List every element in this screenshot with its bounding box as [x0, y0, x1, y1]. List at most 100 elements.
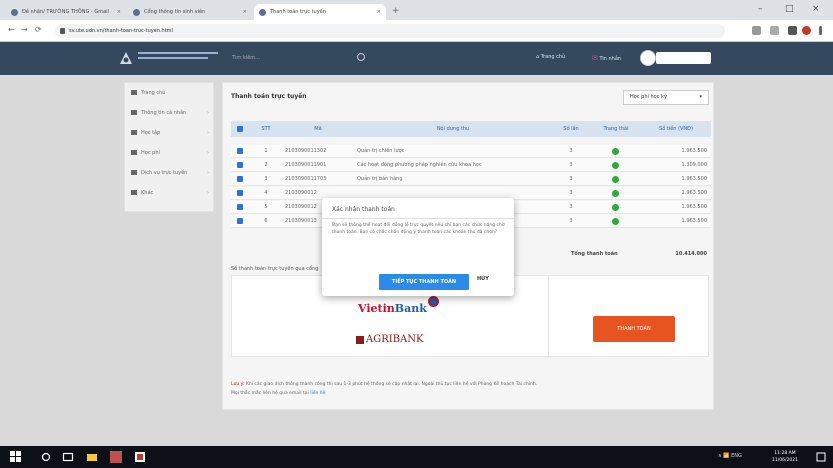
fee-type-select[interactable]: Học phí học kỳ ▾ [623, 90, 709, 105]
close-tab-icon[interactable]: × [377, 4, 381, 20]
back-button[interactable]: ← [8, 25, 15, 34]
row-stt: 3 [264, 176, 268, 182]
status-paid-icon [612, 148, 619, 155]
search-icon[interactable] [357, 53, 365, 61]
sidebar-item-home[interactable]: Trang chủ [131, 87, 165, 99]
messages-link[interactable]: ✉ Tin nhắn [592, 54, 621, 62]
other-icon [131, 190, 137, 195]
notification-icon[interactable] [815, 451, 827, 463]
extension-icon[interactable] [770, 26, 779, 35]
row-stt: 4 [264, 190, 268, 196]
table-header: STT Mã Nội dung thu Số lần Trạng thái Số… [231, 121, 711, 137]
browser-tab-gmail[interactable]: Đề nhận/ TRƯỜNG THÔNG - Gmail × [6, 4, 126, 20]
file-explorer-icon[interactable] [86, 451, 98, 463]
row-count: 3 [569, 190, 573, 196]
windows-start-icon[interactable] [10, 451, 22, 463]
sidebar-item-service[interactable]: Dịch vụ trực tuyến › [131, 167, 209, 179]
row-amount: 1.963.500 [681, 204, 707, 210]
sidebar-item-study[interactable]: Học tập › [131, 127, 209, 139]
sidebar-item-other[interactable]: Khác › [131, 187, 209, 199]
row-checkbox[interactable] [237, 204, 243, 210]
payment-favicon-icon [259, 9, 266, 16]
windows-taskbar: ∧ 📶 ENG 11:28 AM 11/06/2021 [0, 446, 833, 468]
chevron-right-icon: › [207, 110, 209, 116]
select-all-checkbox[interactable] [237, 126, 243, 132]
row-checkbox[interactable] [237, 190, 243, 196]
avatar[interactable] [640, 50, 656, 66]
agribank-emblem-icon [356, 335, 364, 344]
close-window-icon[interactable]: × [812, 4, 820, 14]
reload-button[interactable]: ⟳ [35, 25, 42, 34]
row-checkbox[interactable] [237, 162, 243, 168]
system-tray[interactable]: ∧ 📶 ENG [718, 453, 742, 459]
browser-tab-payment[interactable]: Thanh toán trực tuyến × [254, 4, 386, 20]
status-paid-icon [612, 190, 619, 197]
address-bar[interactable]: sv.ute.udn.vn/thanh-toan-truc-tuyen.html [55, 24, 725, 38]
table-row[interactable]: 3 2103090011703 Quản trị bán hàng 3 1.96… [231, 173, 711, 186]
row-content: Quản trị chiến lược [357, 148, 405, 154]
star-icon[interactable] [752, 26, 761, 35]
footnote-line2: Mọi thắc mắc liên hệ qua email tại [231, 391, 309, 396]
close-tab-icon[interactable]: × [117, 4, 121, 20]
row-count: 3 [569, 176, 573, 182]
agribank-logo[interactable]: AGRIBANK [356, 334, 423, 345]
minimize-icon[interactable]: – [758, 4, 763, 14]
university-logo-icon[interactable] [118, 50, 134, 66]
user-icon [131, 110, 137, 115]
cancel-button[interactable]: HỦY [477, 276, 489, 282]
row-amount: 1.963.500 [681, 176, 707, 182]
table-row[interactable]: 2 2103090011901 Các hoạt động phương phá… [231, 159, 711, 172]
close-tab-icon[interactable]: × [243, 4, 247, 20]
row-checkbox[interactable] [237, 148, 243, 154]
menu-icon[interactable] [819, 26, 822, 35]
search-input[interactable]: Tìm kiếm... [232, 51, 372, 65]
row-code: 2103090011901 [285, 162, 327, 168]
continue-payment-button[interactable]: TIẾP TỤC THANH TOÁN [379, 274, 469, 290]
chevron-right-icon: › [207, 190, 209, 196]
university-name-logo [138, 52, 218, 64]
row-stt: 6 [264, 218, 268, 224]
browser-tab-strip: Đề nhận/ TRƯỜNG THÔNG - Gmail × Cổng thô… [0, 0, 833, 20]
status-paid-icon [612, 162, 619, 169]
extension-icon[interactable] [788, 26, 797, 35]
sidebar-item-fee[interactable]: Học phí › [131, 147, 209, 159]
site-header: Tìm kiếm... ⌂ Trang chủ ✉ Tin nhắn [0, 42, 833, 75]
column-count: Số lần [563, 126, 579, 132]
app-icon[interactable] [134, 451, 146, 463]
row-amount: 1.963.500 [681, 148, 707, 154]
profile-icon[interactable] [802, 26, 811, 35]
status-paid-icon [612, 176, 619, 183]
study-icon [131, 130, 137, 135]
task-view-icon[interactable] [62, 451, 74, 463]
app-icon[interactable] [110, 451, 122, 463]
forward-button[interactable]: → [21, 25, 28, 34]
vietinbank-logo[interactable]: VietinBank [358, 302, 427, 315]
row-checkbox[interactable] [237, 176, 243, 182]
row-content: Quản trị bán hàng [357, 176, 403, 182]
row-count: 3 [569, 218, 573, 224]
row-amount: 1.963.500 [681, 218, 707, 224]
chevron-right-icon: › [207, 170, 209, 176]
clock[interactable]: 11:28 AM 11/06/2021 [772, 450, 798, 464]
column-stt: STT [261, 126, 271, 132]
contact-link[interactable]: liên hệ [310, 391, 325, 396]
lock-icon [60, 28, 65, 34]
footnote-line1: Khi các giao dịch thông thành công thì s… [245, 382, 538, 387]
browser-tab-portal[interactable]: Cổng thông tin sinh viên × [128, 4, 252, 20]
table-row[interactable]: 1 2103090011302 Quản trị chiến lược 3 1.… [231, 145, 711, 158]
fee-icon [131, 150, 137, 155]
home-link[interactable]: ⌂ Trang chủ [536, 54, 565, 60]
row-checkbox[interactable] [237, 218, 243, 224]
row-code: 2103090011703 [285, 176, 327, 182]
maximize-icon[interactable]: □ [785, 4, 794, 14]
home-icon [131, 90, 137, 95]
user-menu[interactable] [656, 52, 711, 64]
divider [322, 218, 514, 219]
new-tab-button[interactable]: + [392, 6, 400, 16]
row-count: 3 [569, 162, 573, 168]
sidebar-item-profile[interactable]: Thông tin cá nhân › [131, 107, 209, 119]
pay-button[interactable]: THANH TOÁN [593, 316, 675, 342]
browser-toolbar: ← → ⟳ sv.ute.udn.vn/thanh-toan-truc-tuye… [0, 20, 833, 42]
search-icon[interactable] [40, 451, 52, 463]
row-amount: 1.963.500 [681, 190, 707, 196]
